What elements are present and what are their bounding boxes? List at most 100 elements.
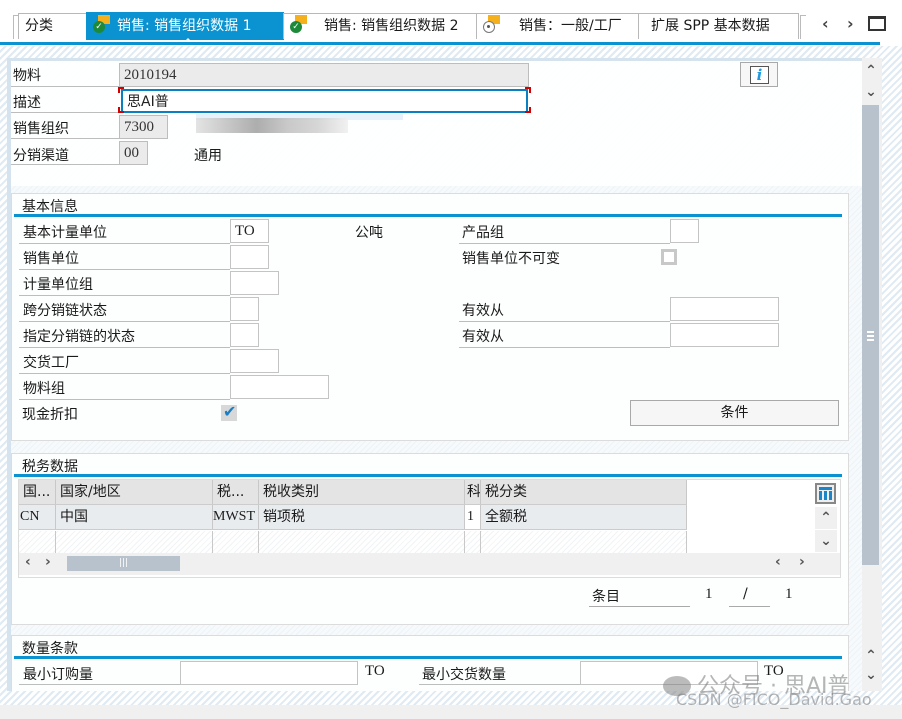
sales-unit-fixed-checkbox[interactable]: [661, 249, 677, 265]
material-label: 物料: [13, 68, 41, 84]
blurred-sales-org-text: [196, 118, 348, 133]
entry-label: 条目: [592, 589, 620, 605]
dist-channel-field: 00: [119, 141, 148, 165]
scroll-thumb[interactable]: |||: [67, 556, 180, 571]
division-label: 产品组: [462, 225, 504, 241]
delivering-plant-label: 交货工厂: [23, 355, 79, 371]
conditions-button[interactable]: 条件: [630, 400, 839, 426]
valid-from-1-input[interactable]: [670, 297, 779, 321]
tab-sales-general-plant[interactable]: 销售：一般/工厂: [476, 13, 639, 39]
dist-channel-text: 通用: [194, 148, 222, 164]
scroll-up-icon[interactable]: ⌃: [860, 60, 882, 82]
cell-country: 中国: [56, 505, 213, 529]
focus-marker: [118, 107, 124, 113]
scroll-down-icon[interactable]: ⌄: [860, 81, 882, 103]
cash-discount-label: 现金折扣: [22, 407, 78, 423]
grip-icon: [867, 331, 874, 341]
section-title: 数量条款: [22, 641, 78, 657]
watermark-csdn: CSDN @FICO_David.Gao: [676, 690, 872, 709]
division-input[interactable]: [670, 219, 699, 243]
dchain-status-label: 指定分销链的状态: [23, 329, 135, 345]
entry-separator: /: [743, 586, 748, 602]
table-header-row: 国... 国家/地区 税... 税收类别 科 税分类: [19, 480, 687, 505]
table-row[interactable]: CN 中国 MWST 销项税 1 全额税: [19, 505, 687, 530]
table-scroll-up-icon[interactable]: ⌃: [815, 507, 837, 529]
info-icon: i: [750, 66, 769, 84]
column-header[interactable]: 国...: [19, 480, 56, 504]
tab-overflow-right: [800, 15, 806, 39]
info-button[interactable]: i: [740, 62, 778, 87]
scroll-left-icon[interactable]: ‹: [775, 554, 781, 570]
tab-sales-org-data-2[interactable]: ✓ 销售: 销售组织数据 2: [283, 13, 477, 39]
focus-marker: [118, 87, 124, 93]
sales-org-field: 7300: [119, 115, 168, 139]
valid-from-2-input[interactable]: [670, 323, 779, 347]
cell-tax-type: MWST: [213, 505, 259, 529]
x-dchain-status-label: 跨分销链状态: [23, 303, 107, 319]
tab-underline: [0, 42, 880, 45]
sales-org-label: 销售组织: [13, 121, 69, 137]
tax-table: 国... 国家/地区 税... 税收类别 科 税分类 CN 中国 MWST 销项…: [18, 479, 841, 578]
tab-sales-org-data-1[interactable]: ✓ 销售: 销售组织数据 1: [86, 12, 284, 40]
min-order-qty-unit: TO: [365, 663, 385, 679]
tab-prev-button[interactable]: ‹: [822, 14, 829, 33]
section-title: 税务数据: [22, 459, 78, 475]
description-label: 描述: [13, 95, 41, 111]
min-order-qty-input[interactable]: [180, 661, 358, 685]
valid-from-1-label: 有效从: [462, 303, 504, 319]
column-settings-icon[interactable]: [815, 483, 836, 504]
sales-unit-fixed-label: 销售单位不可变: [462, 251, 560, 267]
section-title: 基本信息: [22, 199, 78, 215]
pending-flag-icon: [483, 15, 501, 33]
tab-label: 销售: 销售组织数据 2: [324, 18, 459, 34]
material-group-input[interactable]: [230, 375, 329, 399]
sales-unit-input[interactable]: [230, 245, 269, 269]
tab-next-button[interactable]: ›: [847, 14, 854, 33]
scroll-right-icon[interactable]: ›: [45, 554, 51, 570]
column-header[interactable]: 科: [465, 480, 481, 504]
material-field: 2010194: [119, 63, 529, 87]
entry-current: 1: [705, 586, 713, 602]
x-dchain-status-input[interactable]: [230, 297, 259, 321]
check-flag-icon: ✓: [93, 15, 111, 33]
material-group-label: 物料组: [23, 381, 65, 397]
column-header[interactable]: 国家/地区: [56, 480, 213, 504]
base-uom-text: 公吨: [355, 225, 383, 241]
tab-label: 分类: [25, 18, 53, 34]
min-delivery-qty-label: 最小交货数量: [422, 667, 506, 683]
scroll-left-icon[interactable]: ‹: [25, 554, 31, 570]
dist-channel-label: 分销渠道: [13, 148, 69, 164]
cell-tax-class-input[interactable]: 1: [465, 505, 481, 529]
check-flag-icon: ✓: [290, 15, 308, 33]
tab-label: 销售: 销售组织数据 1: [117, 18, 252, 34]
table-scroll-down-icon[interactable]: ⌄: [815, 530, 837, 552]
tab-list-folder-icon[interactable]: [868, 16, 886, 31]
cell-country-code: CN: [19, 505, 56, 529]
description-input[interactable]: 思AI普: [121, 89, 528, 113]
scroll-down-icon[interactable]: ⌄: [860, 664, 882, 686]
table-row-empty: [19, 531, 687, 553]
table-horizontal-scrollbar[interactable]: ‹ › ||| ‹ ›: [19, 553, 840, 575]
min-order-qty-label: 最小订购量: [23, 667, 93, 683]
column-header[interactable]: 税...: [213, 480, 259, 504]
tab-label: 扩展 SPP 基本数据: [651, 18, 770, 34]
scroll-right-icon[interactable]: ›: [799, 554, 805, 570]
column-header[interactable]: 税分类: [481, 480, 687, 504]
base-uom-label: 基本计量单位: [23, 225, 107, 241]
column-header[interactable]: 税收类别: [259, 480, 465, 504]
valid-from-2-label: 有效从: [462, 329, 504, 345]
tab-extend-spp[interactable]: 扩展 SPP 基本数据: [638, 13, 799, 39]
entry-total: 1: [785, 586, 793, 602]
cash-discount-checkbox[interactable]: [221, 402, 237, 421]
cell-tax-class-desc: 全额税: [481, 505, 687, 529]
uom-group-input[interactable]: [230, 271, 279, 295]
focus-marker: [525, 87, 531, 93]
tab-classification[interactable]: 分类: [18, 13, 87, 39]
uom-group-label: 计量单位组: [23, 277, 93, 293]
dchain-status-input[interactable]: [230, 323, 259, 347]
base-uom-input[interactable]: TO: [230, 219, 269, 243]
tab-label: 销售：一般/工厂: [519, 18, 622, 34]
focus-marker: [525, 107, 531, 113]
delivering-plant-input[interactable]: [230, 349, 279, 373]
sales-unit-label: 销售单位: [23, 251, 79, 267]
